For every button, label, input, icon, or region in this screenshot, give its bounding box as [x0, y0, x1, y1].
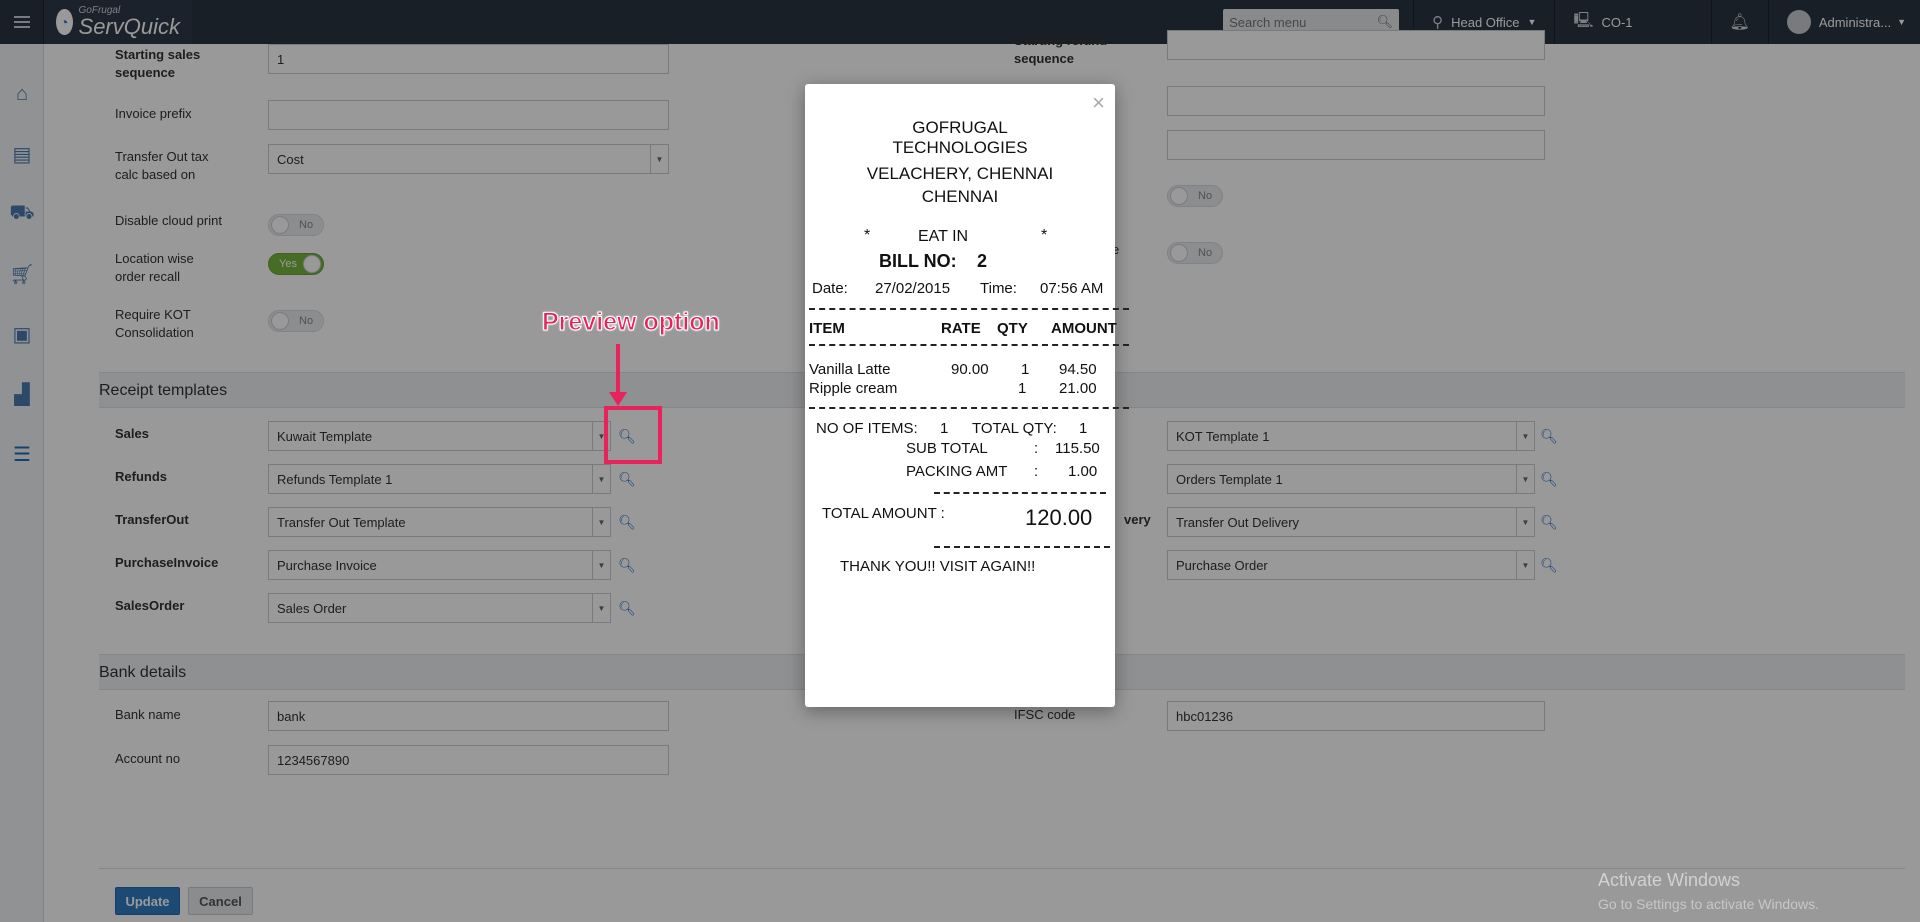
receipt-company-line2: TECHNOLOGIES	[892, 138, 1028, 157]
annotation-highlight-box	[604, 406, 662, 464]
windows-watermark: Activate Windows	[1598, 870, 1741, 890]
receipt-colon: :	[1034, 463, 1039, 480]
receipt-separator	[934, 546, 1110, 548]
receipt-total-qty: 1	[1079, 420, 1088, 437]
receipt-separator	[934, 492, 1106, 494]
receipt-preview-modal: × GOFRUGAL TECHNOLOGIES VELACHERY, CHENN…	[805, 84, 1129, 707]
receipt-item-name: Vanilla Latte	[809, 361, 891, 378]
annotation-arrow-line	[616, 344, 620, 396]
receipt-col-item: ITEM	[809, 320, 845, 337]
receipt-time: 07:56 AM	[1040, 280, 1104, 297]
receipt-item-qty: 1	[1021, 361, 1030, 378]
windows-watermark-sub: Go to Settings to activate Windows.	[1598, 896, 1819, 912]
receipt-sub-total-label: SUB TOTAL	[906, 440, 988, 457]
receipt-date: 27/02/2015	[875, 280, 951, 297]
receipt-item-qty: 1	[1018, 380, 1027, 397]
receipt-time-label: Time:	[980, 280, 1017, 297]
receipt-col-rate: RATE	[941, 320, 981, 337]
receipt-colon: :	[1034, 440, 1039, 457]
receipt-item-amount: 21.00	[1059, 380, 1097, 397]
receipt-address-line2: CHENNAI	[921, 187, 999, 206]
receipt-total-qty-label: TOTAL QTY:	[972, 420, 1057, 437]
receipt-separator	[809, 407, 1129, 409]
receipt-sub-total: 115.50	[1055, 440, 1100, 457]
receipt-thanks: THANK YOU!! VISIT AGAIN!!	[840, 558, 1036, 575]
receipt-star-left: *	[864, 227, 871, 244]
receipt-order-type: EAT IN	[918, 228, 969, 245]
receipt-bill-no-label: BILL NO:	[879, 251, 957, 271]
preview-option-annotation: Preview option	[542, 308, 721, 337]
receipt-total-label: TOTAL AMOUNT :	[822, 505, 945, 522]
receipt-company-line1: GOFRUGAL	[912, 118, 1008, 137]
close-icon[interactable]: ×	[1092, 90, 1105, 116]
receipt-item-rate: 90.00	[951, 361, 989, 378]
annotation-arrow-head	[609, 392, 627, 406]
receipt-col-amount: AMOUNT	[1051, 320, 1117, 337]
receipt-address-line1: VELACHERY, CHENNAI	[866, 164, 1054, 183]
receipt-total: 120.00	[1025, 505, 1093, 530]
receipt-no-of-items: 1	[940, 420, 949, 437]
receipt-star-right: *	[1041, 227, 1048, 244]
receipt-no-of-items-label: NO OF ITEMS:	[816, 420, 918, 437]
receipt-separator	[809, 308, 1129, 310]
receipt-item-amount: 94.50	[1059, 361, 1097, 378]
receipt-packing: 1.00	[1068, 463, 1098, 480]
receipt-packing-label: PACKING AMT	[906, 463, 1008, 480]
receipt-col-qty: QTY	[997, 320, 1028, 337]
receipt-separator	[809, 344, 1129, 346]
receipt-item-name: Ripple cream	[809, 380, 898, 397]
receipt-bill-no: 2	[977, 251, 988, 271]
receipt-date-label: Date:	[812, 280, 848, 297]
